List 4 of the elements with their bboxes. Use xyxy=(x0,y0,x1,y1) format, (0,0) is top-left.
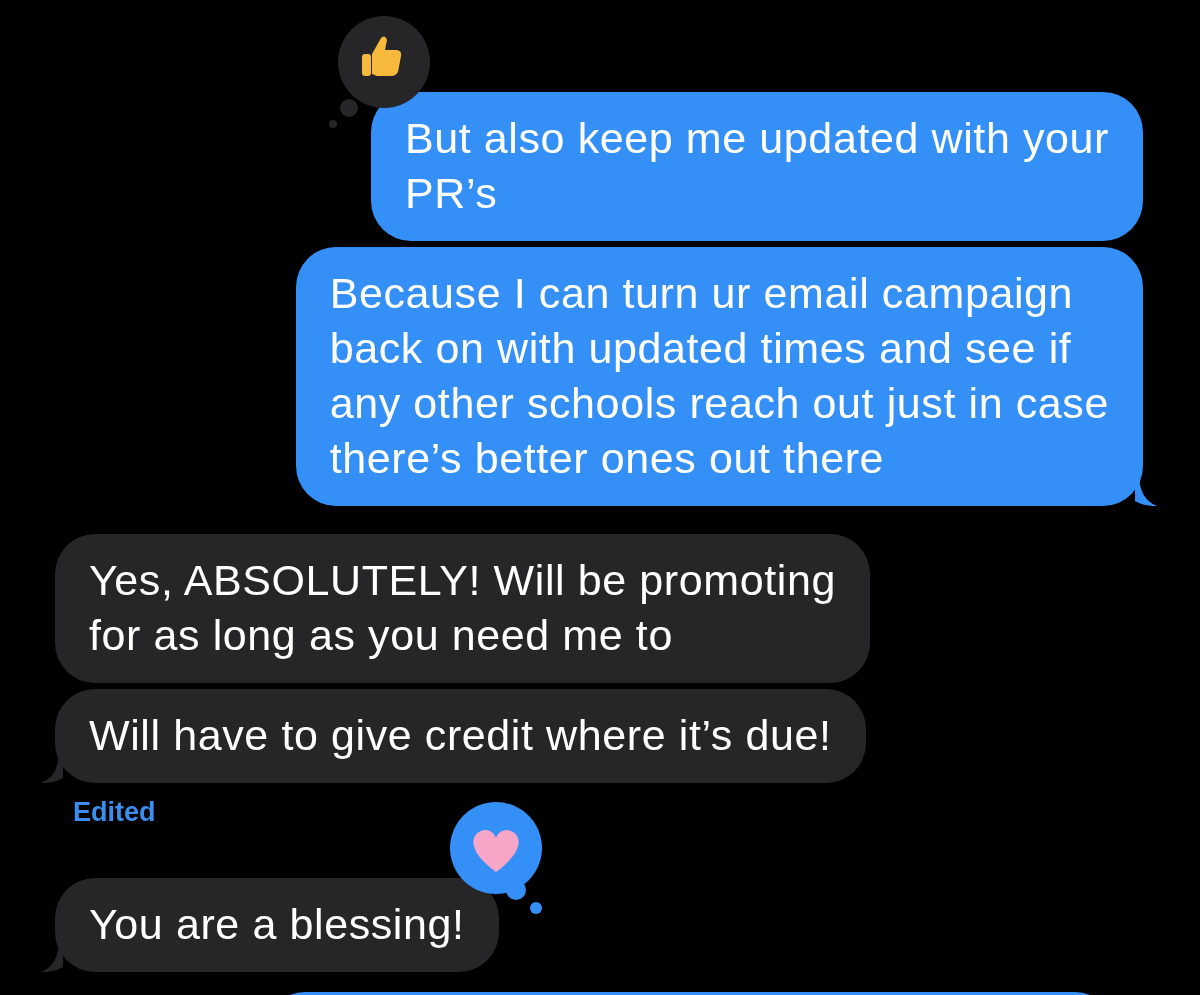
message-bubble: Yes, ABSOLUTELY! Will be promoting for as long as you need me to xyxy=(55,534,870,683)
edited-label: Edited xyxy=(73,797,156,828)
heart-icon xyxy=(473,830,519,872)
thumbs-up-icon xyxy=(361,36,402,76)
